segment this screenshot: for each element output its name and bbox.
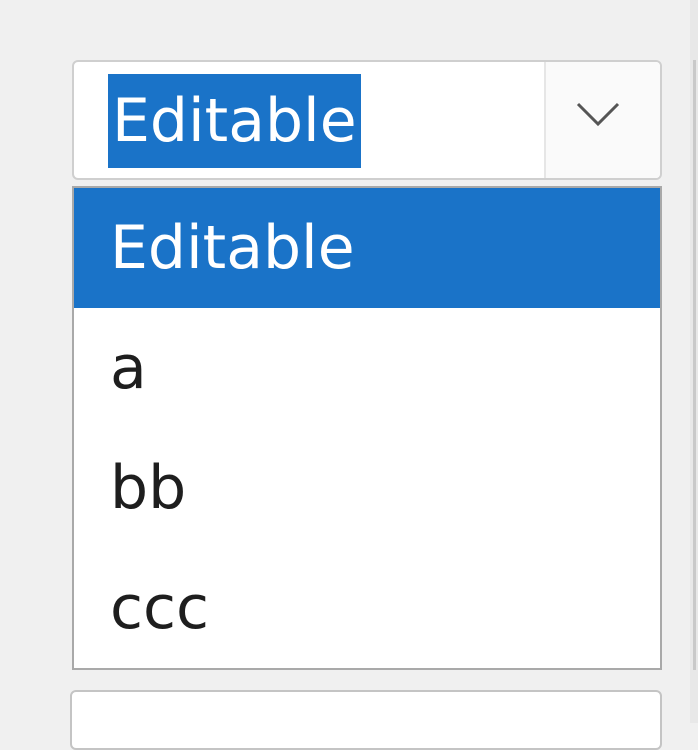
next-control-partial[interactable] bbox=[70, 690, 662, 750]
combo-dropdown-button[interactable] bbox=[546, 62, 660, 178]
adjacent-panel-border bbox=[693, 60, 696, 670]
list-item-bb[interactable]: bb bbox=[74, 428, 660, 548]
combo-text-input[interactable]: Editable bbox=[74, 62, 544, 178]
editable-combo-box[interactable]: Editable bbox=[72, 60, 662, 180]
combo-dropdown-list[interactable]: Editable a bb ccc bbox=[72, 186, 662, 670]
list-item-ccc[interactable]: ccc bbox=[74, 548, 660, 668]
list-item-editable[interactable]: Editable bbox=[74, 188, 660, 308]
list-item-a[interactable]: a bbox=[74, 308, 660, 428]
chevron-down-icon bbox=[576, 102, 620, 127]
combo-selected-text[interactable]: Editable bbox=[108, 74, 361, 168]
